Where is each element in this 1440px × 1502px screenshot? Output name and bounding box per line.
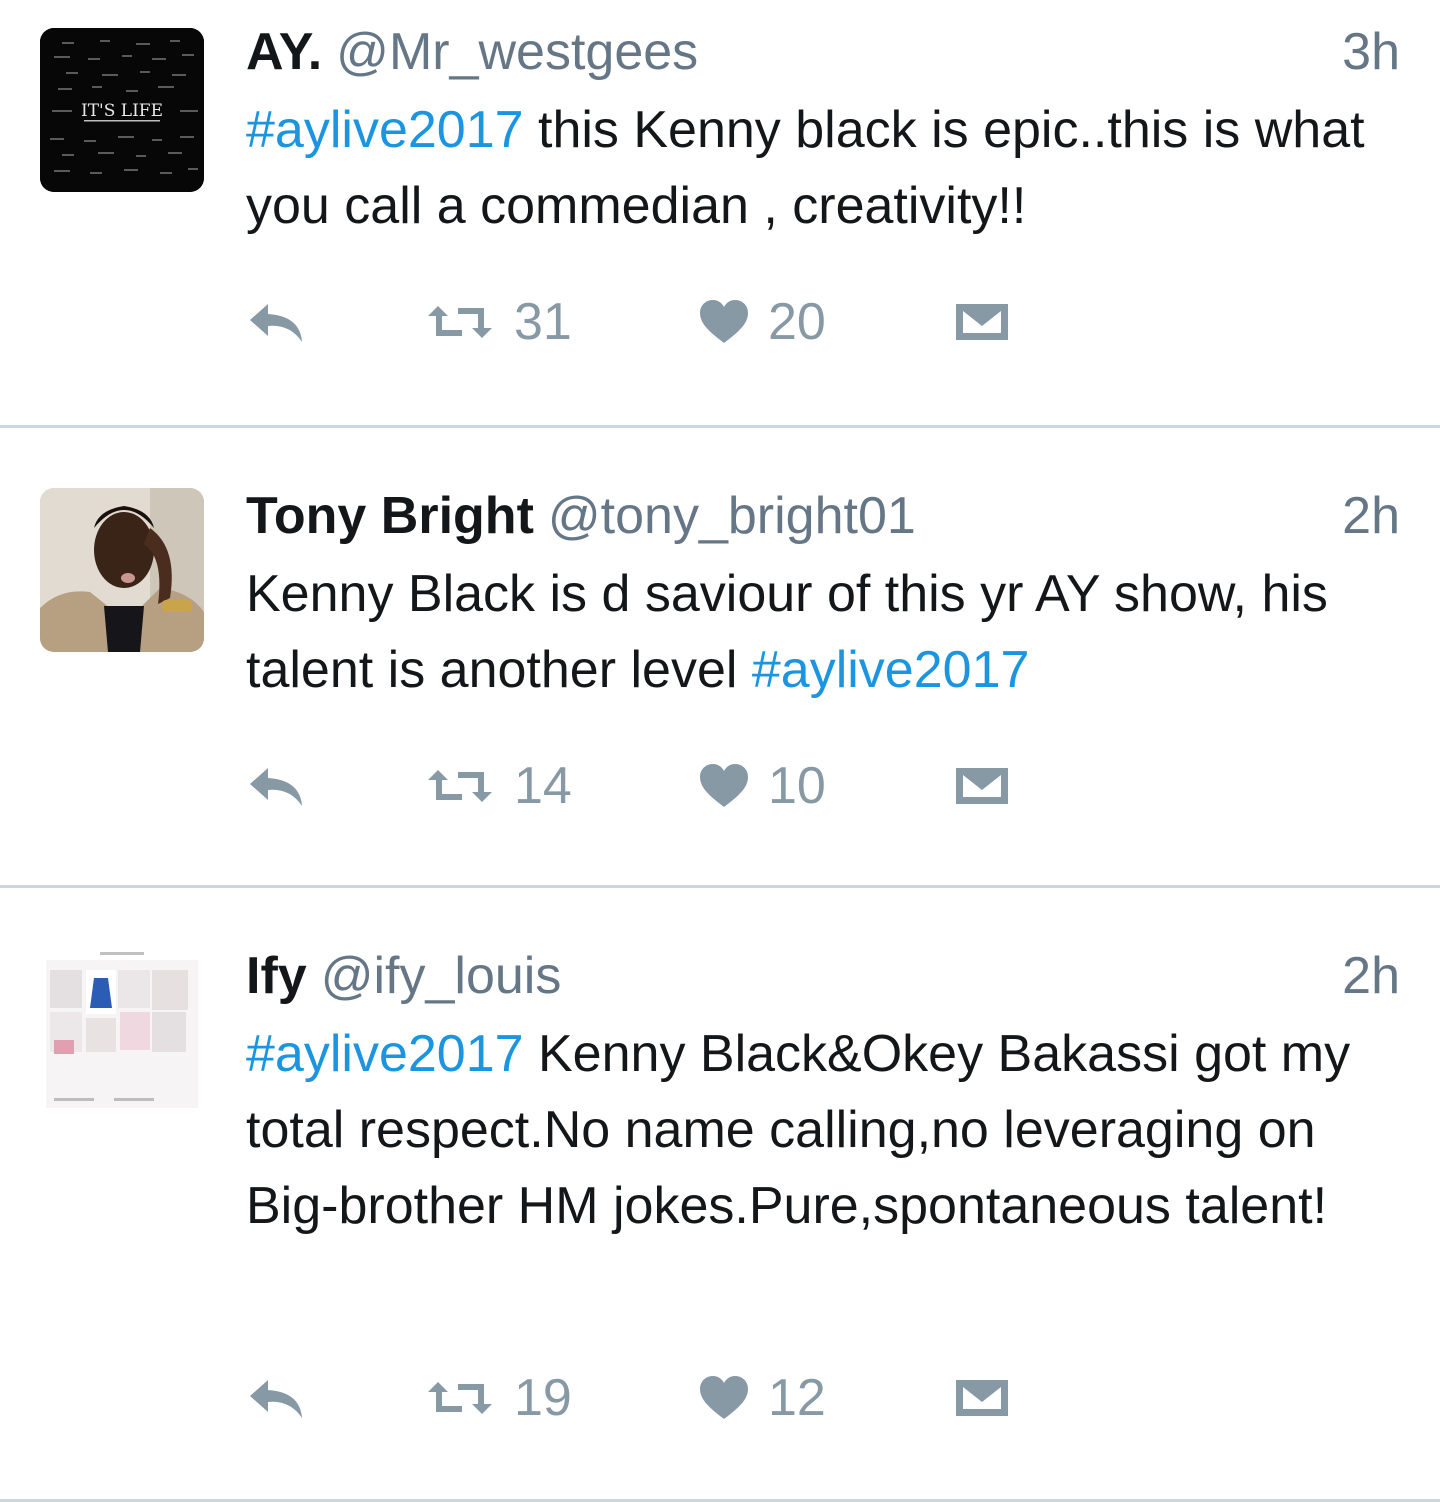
- user-name[interactable]: Tony Bright: [246, 487, 534, 545]
- like-button[interactable]: 12: [698, 1368, 826, 1428]
- timestamp[interactable]: 3h: [1342, 22, 1400, 82]
- avatar[interactable]: IT'S LIFE: [40, 28, 204, 192]
- timestamp[interactable]: 2h: [1342, 486, 1400, 546]
- timestamp[interactable]: 2h: [1342, 946, 1400, 1006]
- heart-icon: [700, 764, 748, 807]
- avatar[interactable]: [40, 948, 204, 1112]
- tweet[interactable]: Tony Bright @tony_bright01 2h Kenny Black…: [0, 428, 1440, 888]
- like-button[interactable]: 20: [698, 292, 826, 352]
- hashtag-link[interactable]: #aylive2017: [246, 101, 524, 159]
- retweet-count: 31: [514, 293, 572, 351]
- tweet-text: #aylive2017 this Kenny black is epic..th…: [246, 92, 1406, 244]
- reply-icon: [250, 1380, 302, 1418]
- direct-message-button[interactable]: [954, 756, 1010, 816]
- tweet-header: Ify @ify_louis 2h: [246, 946, 1400, 1006]
- reply-icon: [250, 768, 302, 806]
- tweet-actions: 19 12: [246, 1368, 1046, 1428]
- avatar-image: [40, 488, 204, 652]
- tweet-actions: 14 10: [246, 756, 1046, 816]
- envelope-icon: [956, 1380, 1008, 1416]
- retweet-icon: [428, 306, 492, 338]
- retweet-button[interactable]: 31: [424, 292, 572, 352]
- like-count: 20: [768, 293, 826, 351]
- heart-icon: [700, 300, 748, 343]
- like-count: 12: [768, 1369, 826, 1427]
- direct-message-button[interactable]: [954, 1368, 1010, 1428]
- reply-button[interactable]: [246, 756, 306, 816]
- reply-button[interactable]: [246, 1368, 306, 1428]
- tweet-text: Kenny Black is d saviour of this yr AY s…: [246, 556, 1406, 708]
- retweet-button[interactable]: 19: [424, 1368, 572, 1428]
- user-name[interactable]: Ify: [246, 947, 307, 1005]
- tweet-header: AY. @Mr_westgees 3h: [246, 22, 1400, 82]
- retweet-count: 14: [514, 757, 572, 815]
- user-name[interactable]: AY.: [246, 23, 322, 81]
- avatar-image: IT'S LIFE: [40, 28, 204, 192]
- envelope-icon: [956, 768, 1008, 804]
- direct-message-button[interactable]: [954, 292, 1010, 352]
- like-count: 10: [768, 757, 826, 815]
- user-handle[interactable]: @ify_louis: [321, 947, 562, 1005]
- hashtag-link[interactable]: #aylive2017: [752, 641, 1030, 699]
- hashtag-link[interactable]: #aylive2017: [246, 1025, 524, 1083]
- avatar-caption: IT'S LIFE: [81, 101, 163, 121]
- heart-icon: [700, 1376, 748, 1419]
- avatar-image: [40, 948, 204, 1112]
- user-handle[interactable]: @Mr_westgees: [336, 23, 698, 81]
- envelope-icon: [956, 304, 1008, 340]
- avatar[interactable]: [40, 488, 204, 652]
- reply-icon: [250, 304, 302, 342]
- tweet[interactable]: IT'S LIFE AY. @Mr_westgees 3h #aylive2017…: [0, 0, 1440, 428]
- tweet-actions: 31 20: [246, 292, 1046, 352]
- tweet[interactable]: Ify @ify_louis 2h #aylive2017 Kenny Black…: [0, 888, 1440, 1502]
- retweet-icon: [428, 770, 492, 802]
- user-handle[interactable]: @tony_bright01: [548, 487, 916, 545]
- tweet-text: #aylive2017 Kenny Black&Okey Bakassi got…: [246, 1016, 1406, 1244]
- retweet-button[interactable]: 14: [424, 756, 572, 816]
- retweet-icon: [428, 1382, 492, 1414]
- retweet-count: 19: [514, 1369, 572, 1427]
- reply-button[interactable]: [246, 292, 306, 352]
- like-button[interactable]: 10: [698, 756, 826, 816]
- tweet-header: Tony Bright @tony_bright01 2h: [246, 486, 1400, 546]
